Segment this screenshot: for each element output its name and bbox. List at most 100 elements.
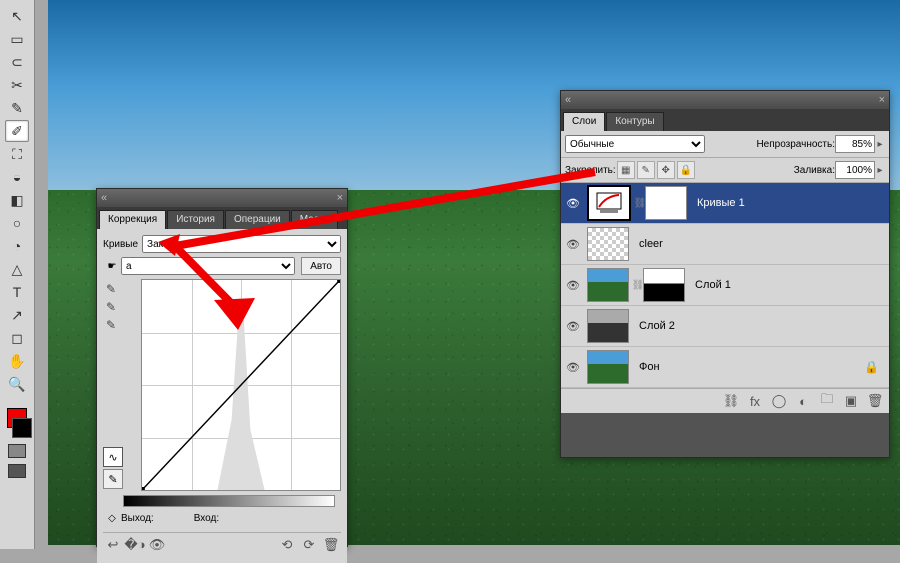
layer-thumb[interactable] <box>587 309 629 343</box>
adjustment-thumb[interactable] <box>587 185 631 221</box>
panel-tabs: Коррекция История Операции Маски <box>97 207 347 229</box>
lock-label: Закрепить: <box>565 165 616 176</box>
layer-row[interactable]: 👁 Фон 🔒 <box>561 347 889 388</box>
layer-row[interactable]: 👁 Слой 2 <box>561 306 889 347</box>
eyedropper-white-icon[interactable]: ✎ <box>103 317 119 333</box>
mask-icon[interactable]: ◯ <box>771 393 787 409</box>
collapse-icon[interactable]: « <box>101 192 107 204</box>
layers-panel-header[interactable]: « × <box>561 91 889 109</box>
layer-thumb[interactable] <box>587 227 629 261</box>
tab-paths[interactable]: Контуры <box>606 112 663 131</box>
reset-icon[interactable]: ⟳ <box>301 537 317 553</box>
eyedropper-gray-icon[interactable]: ✎ <box>103 299 119 315</box>
background-color[interactable] <box>12 418 32 438</box>
group-icon[interactable]: 🗀 <box>819 393 835 409</box>
lock-all-icon[interactable]: 🔒 <box>677 161 695 179</box>
stamp-tool[interactable]: ⛶ <box>5 143 29 165</box>
zoom-tool[interactable]: 🔍 <box>5 373 29 395</box>
shape-tool[interactable]: ◻ <box>5 327 29 349</box>
quickmask-icon[interactable] <box>8 444 26 458</box>
layer-row[interactable]: 👁 cleer <box>561 224 889 265</box>
lock-pixels-icon[interactable]: ✎ <box>637 161 655 179</box>
tab-actions[interactable]: Операции <box>225 210 290 229</box>
trash-icon[interactable]: 🗑 <box>323 537 339 553</box>
eraser-tool[interactable]: ◒ <box>5 166 29 188</box>
tab-history[interactable]: История <box>167 210 224 229</box>
opacity-flyout-icon[interactable]: ▸ <box>875 139 885 150</box>
mask-thumb[interactable] <box>645 186 687 220</box>
layer-thumb[interactable] <box>587 268 629 302</box>
curve-mode-icon[interactable]: ∿ <box>103 447 123 467</box>
pencil-mode-icon[interactable]: ✎ <box>103 469 123 489</box>
layer-list: 👁 ⛓ Кривые 1 👁 cleer 👁 ⛓ Слой 1 👁 Слой 2 <box>561 183 889 388</box>
delete-icon[interactable]: 🗑 <box>867 393 883 409</box>
type-tool[interactable]: T <box>5 281 29 303</box>
output-label: Выход: <box>121 513 154 524</box>
tab-layers[interactable]: Слои <box>563 112 605 131</box>
prev-icon[interactable]: ⟲ <box>279 537 295 553</box>
path-tool[interactable]: ↗ <box>5 304 29 326</box>
auto-button[interactable]: Авто <box>301 257 341 275</box>
link-icon[interactable]: ⛓ <box>633 280 643 291</box>
lock-transparency-icon[interactable]: ▦ <box>617 161 635 179</box>
blur-tool[interactable]: ○ <box>5 212 29 234</box>
tab-adjustments[interactable]: Коррекция <box>99 210 166 229</box>
curves-preset-select[interactable]: Заказная <box>142 235 341 253</box>
visibility-icon[interactable]: 👁 <box>565 277 581 293</box>
eyedropper-tool[interactable]: ✎ <box>5 97 29 119</box>
layer-name[interactable]: Слой 2 <box>639 320 675 332</box>
crop-tool[interactable]: ✂ <box>5 74 29 96</box>
fill-flyout-icon[interactable]: ▸ <box>875 165 885 176</box>
close-icon[interactable]: × <box>337 192 343 204</box>
adjustment-icon[interactable]: �◑ <box>127 537 143 553</box>
blend-mode-select[interactable]: Обычные <box>565 135 705 153</box>
layer-name[interactable]: Кривые 1 <box>697 197 745 209</box>
move-tool[interactable]: ↖ <box>5 5 29 27</box>
panel-header[interactable]: « × <box>97 189 347 207</box>
adjustment-layer-icon[interactable]: ◐ <box>795 393 811 409</box>
close-icon[interactable]: × <box>879 94 885 106</box>
lock-position-icon[interactable]: ✥ <box>657 161 675 179</box>
return-icon[interactable]: ↩ <box>105 537 121 553</box>
link-layers-icon[interactable]: ⛓ <box>723 393 739 409</box>
layer-row[interactable]: 👁 ⛓ Кривые 1 <box>561 183 889 224</box>
finger-icon[interactable]: ☛ <box>103 261 121 272</box>
tools-panel: ↖ ▭ ⊂ ✂ ✎ ✐ ⛶ ◒ ◧ ○ ◔ △ T ↗ ◻ ✋ 🔍 <box>0 0 35 549</box>
fill-input[interactable] <box>835 161 875 179</box>
lasso-tool[interactable]: ⊂ <box>5 51 29 73</box>
curve-point-icon: ◇ <box>103 513 121 524</box>
eyedropper-black-icon[interactable]: ✎ <box>103 281 119 297</box>
layer-name[interactable]: Фон <box>639 361 660 373</box>
lock-icon: 🔒 <box>864 360 879 374</box>
layer-name[interactable]: Слой 1 <box>695 279 731 291</box>
visibility-icon[interactable]: 👁 <box>565 318 581 334</box>
layer-thumb[interactable] <box>587 350 629 384</box>
view-icon[interactable]: 👁 <box>149 537 165 553</box>
collapse-icon[interactable]: « <box>565 94 571 106</box>
visibility-icon[interactable]: 👁 <box>565 236 581 252</box>
layer-name[interactable]: cleer <box>639 238 663 250</box>
curves-graph[interactable] <box>141 279 341 491</box>
adjustments-panel: « × Коррекция История Операции Маски Кри… <box>96 188 348 547</box>
visibility-icon[interactable]: 👁 <box>565 359 581 375</box>
layers-footer: ⛓ fx ◯ ◐ 🗀 ▣ 🗑 <box>561 388 889 413</box>
tab-masks[interactable]: Маски <box>291 210 338 229</box>
link-icon[interactable]: ⛓ <box>635 198 645 209</box>
opacity-input[interactable] <box>835 135 875 153</box>
curves-side-tools: ✎ ✎ ✎ ∿ ✎ <box>103 279 121 491</box>
fx-icon[interactable]: fx <box>747 393 763 409</box>
dodge-tool[interactable]: ◔ <box>5 235 29 257</box>
visibility-icon[interactable]: 👁 <box>565 195 581 211</box>
marquee-tool[interactable]: ▭ <box>5 28 29 50</box>
mask-thumb[interactable] <box>643 268 685 302</box>
pen-tool[interactable]: △ <box>5 258 29 280</box>
gradient-tool[interactable]: ◧ <box>5 189 29 211</box>
new-layer-icon[interactable]: ▣ <box>843 393 859 409</box>
screenmode-icon[interactable] <box>8 464 26 478</box>
input-gradient <box>123 495 335 507</box>
layer-row[interactable]: 👁 ⛓ Слой 1 <box>561 265 889 306</box>
hand-tool[interactable]: ✋ <box>5 350 29 372</box>
curves-channel-select[interactable]: a <box>121 257 295 275</box>
brush-tool[interactable]: ✐ <box>5 120 29 142</box>
layers-panel: « × Слои Контуры Обычные Непрозрачность:… <box>560 90 890 458</box>
